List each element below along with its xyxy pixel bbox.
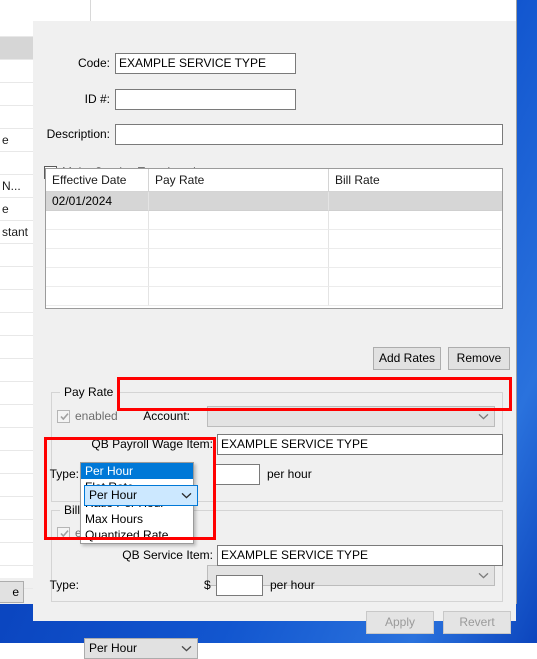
cell-empty bbox=[46, 230, 149, 249]
cell-bill-rate bbox=[329, 192, 501, 211]
bill-rate-amount-suffix: per hour bbox=[270, 578, 315, 592]
column-header-bill-rate[interactable]: Bill Rate bbox=[329, 169, 501, 191]
table-row[interactable] bbox=[46, 287, 502, 306]
cell-empty bbox=[329, 211, 501, 230]
cell-empty bbox=[149, 249, 329, 268]
bill-rate-type-select[interactable]: Per Hour bbox=[84, 638, 198, 659]
cell-empty bbox=[46, 268, 149, 287]
chevron-down-icon bbox=[478, 566, 489, 585]
description-input[interactable] bbox=[115, 124, 503, 145]
cell-empty bbox=[329, 268, 501, 287]
dropdown-option-quantized-rate[interactable]: Quantized Rate bbox=[81, 527, 193, 543]
qb-payroll-wage-item-input[interactable]: EXAMPLE SERVICE TYPE bbox=[217, 434, 503, 455]
remove-button[interactable]: Remove bbox=[448, 347, 510, 370]
description-label-wrap: Description: bbox=[33, 124, 110, 144]
checkbox-checked-disabled-icon bbox=[57, 409, 70, 423]
code-input[interactable]: EXAMPLE SERVICE TYPE bbox=[115, 53, 296, 74]
pay-rate-account-select[interactable] bbox=[207, 406, 495, 427]
background-close-button[interactable]: e bbox=[0, 581, 24, 603]
apply-button[interactable]: Apply bbox=[366, 611, 434, 634]
account-label: Account: bbox=[143, 409, 190, 423]
id-input[interactable] bbox=[115, 89, 296, 110]
bill-rate-type-label: Type: bbox=[49, 578, 79, 592]
pay-rate-amount-input[interactable] bbox=[213, 464, 260, 485]
table-row[interactable] bbox=[46, 249, 502, 268]
qb-service-item-input[interactable]: EXAMPLE SERVICE TYPE bbox=[217, 545, 503, 566]
cell-empty bbox=[46, 211, 149, 230]
id-label: ID #: bbox=[84, 92, 110, 106]
column-header-pay-rate[interactable]: Pay Rate bbox=[149, 169, 329, 191]
qb-payroll-wage-item-label: QB Payroll Wage Item: bbox=[91, 437, 213, 451]
cell-effective-date: 02/01/2024 bbox=[46, 192, 149, 211]
qb-service-item-label: QB Service Item: bbox=[122, 548, 213, 562]
cell-empty bbox=[46, 287, 149, 306]
description-label: Description: bbox=[46, 127, 110, 141]
dropdown-option-per-hour[interactable]: Per Hour bbox=[81, 463, 193, 479]
cell-empty bbox=[329, 287, 501, 306]
background-window-titlebar bbox=[90, 0, 516, 21]
pay-rate-type-label: Type: bbox=[49, 467, 79, 481]
pay-rate-enabled-label: enabled bbox=[75, 409, 118, 423]
bill-rate-amount-input[interactable] bbox=[216, 575, 263, 596]
bill-rate-currency-symbol: $ bbox=[204, 578, 211, 592]
cell-empty bbox=[149, 211, 329, 230]
chevron-down-icon bbox=[478, 407, 489, 426]
table-row[interactable] bbox=[46, 268, 502, 287]
add-rates-button[interactable]: Add Rates bbox=[373, 347, 441, 370]
pay-rate-group-title: Pay Rate bbox=[60, 385, 118, 399]
cell-pay-rate bbox=[149, 192, 329, 211]
cell-empty bbox=[329, 230, 501, 249]
id-label-wrap: ID #: bbox=[33, 89, 110, 109]
checkbox-checked-disabled-icon bbox=[57, 526, 70, 540]
cell-empty bbox=[149, 268, 329, 287]
pay-rate-enabled-checkbox-row[interactable]: enabled bbox=[57, 409, 118, 423]
cell-empty bbox=[149, 287, 329, 306]
rates-grid-header: Effective Date Pay Rate Bill Rate bbox=[46, 169, 502, 192]
chevron-down-icon[interactable] bbox=[181, 639, 192, 658]
code-label: Code: bbox=[77, 56, 110, 70]
rates-grid[interactable]: Effective Date Pay Rate Bill Rate 02/01/… bbox=[45, 168, 503, 309]
cell-empty bbox=[46, 249, 149, 268]
table-row[interactable] bbox=[46, 211, 502, 230]
table-row[interactable] bbox=[46, 230, 502, 249]
pay-rate-type-select[interactable]: Per Hour bbox=[84, 485, 198, 506]
cell-empty bbox=[329, 249, 501, 268]
revert-button[interactable]: Revert bbox=[443, 611, 511, 634]
chevron-down-icon[interactable] bbox=[181, 486, 192, 505]
pay-rate-amount-suffix: per hour bbox=[267, 467, 312, 481]
column-header-effective-date[interactable]: Effective Date bbox=[46, 169, 149, 191]
cell-empty bbox=[149, 230, 329, 249]
bill-rate-type-value: Per Hour bbox=[89, 641, 138, 655]
table-row[interactable]: 02/01/2024 bbox=[46, 192, 502, 211]
pay-rate-type-value: Per Hour bbox=[89, 488, 138, 502]
dropdown-option-max-hours[interactable]: Max Hours bbox=[81, 511, 193, 527]
